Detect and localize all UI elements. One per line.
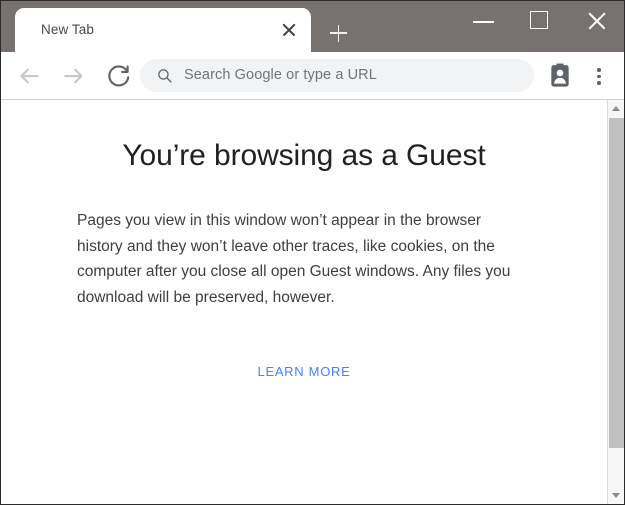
maximize-icon — [530, 11, 548, 29]
vertical-scrollbar[interactable] — [607, 100, 624, 504]
reload-button[interactable] — [104, 61, 134, 91]
minimize-icon — [473, 21, 494, 23]
guest-badge-icon — [551, 63, 569, 87]
forward-button[interactable] — [59, 61, 89, 91]
browser-toolbar: Search Google or type a URL — [1, 52, 624, 100]
close-icon — [587, 11, 607, 31]
scrollbar-thumb[interactable] — [609, 118, 624, 448]
address-bar-placeholder: Search Google or type a URL — [184, 67, 377, 83]
browser-window: New Tab Search Google or type a URL You’… — [0, 0, 625, 505]
page-title: You’re browsing as a Guest — [122, 139, 486, 172]
scrollbar-down-button[interactable] — [608, 487, 624, 504]
address-bar[interactable]: Search Google or type a URL — [140, 59, 534, 92]
three-dots-icon-dot — [597, 74, 601, 79]
three-dots-icon — [597, 68, 601, 72]
triangle-up-icon — [612, 106, 620, 111]
window-maximize-button[interactable] — [517, 1, 562, 35]
guest-profile-button[interactable] — [546, 61, 574, 91]
reload-icon — [108, 65, 130, 87]
tab-corner-right — [311, 42, 321, 52]
tab-corner-left — [5, 42, 15, 52]
page-description: Pages you view in this window won’t appe… — [77, 212, 511, 306]
arrow-left-icon — [20, 68, 39, 84]
page-content: You’re browsing as a Guest Pages you vie… — [1, 100, 624, 504]
three-dots-icon-dot — [597, 81, 601, 85]
window-minimize-button[interactable] — [461, 1, 506, 35]
scrollbar-up-button[interactable] — [608, 100, 624, 117]
window-close-button[interactable] — [575, 1, 620, 35]
new-tab-button[interactable] — [323, 18, 353, 48]
browser-menu-button[interactable] — [586, 61, 612, 91]
learn-more-container: LEARN MORE — [1, 363, 607, 381]
tab-close-icon[interactable] — [279, 20, 299, 40]
learn-more-link[interactable]: LEARN MORE — [258, 364, 351, 379]
browser-tab-new-tab[interactable]: New Tab — [15, 8, 311, 52]
back-button[interactable] — [14, 61, 44, 91]
search-icon — [158, 69, 172, 83]
title-bar: New Tab — [1, 1, 624, 52]
triangle-down-icon — [612, 493, 620, 498]
tab-title: New Tab — [41, 22, 94, 37]
arrow-right-icon — [64, 68, 83, 84]
